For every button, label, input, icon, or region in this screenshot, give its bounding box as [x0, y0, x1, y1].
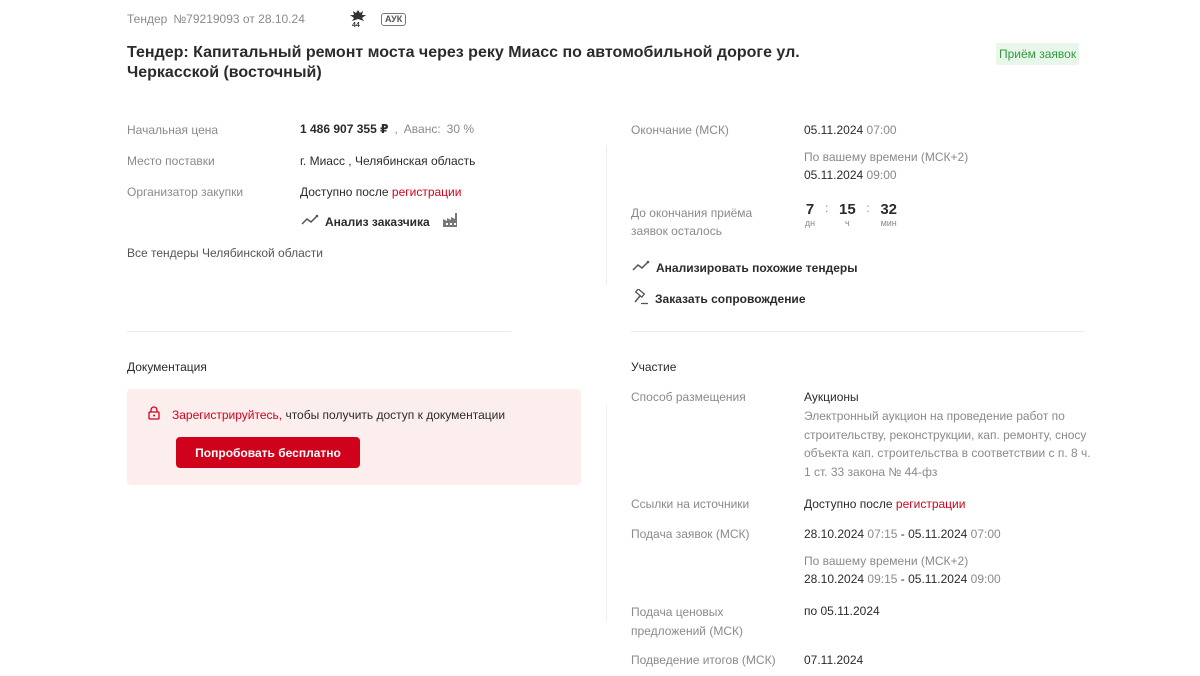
- docs-title: Документация: [127, 360, 207, 374]
- organizer-prefix: Доступно после: [300, 185, 389, 199]
- method-label: Способ размещения: [631, 390, 746, 404]
- submit-local-end-date: 05.11.2024: [908, 572, 968, 586]
- try-free-button[interactable]: Попробовать бесплатно: [176, 437, 360, 468]
- end-datetime: 05.11.2024 07:00: [804, 123, 897, 137]
- submit-local-start-date: 28.10.2024: [804, 572, 865, 586]
- timer-minutes: 32 мин: [878, 201, 900, 228]
- organizer-register-link[interactable]: регистрации: [392, 185, 462, 199]
- docs-register-link[interactable]: Зарегистрируйтесь,: [172, 408, 282, 422]
- organizer-label: Организатор закупки: [127, 185, 244, 199]
- submit-local-end-time: 09:00: [970, 572, 1001, 586]
- law-badge: 44: [352, 22, 360, 29]
- advance-value: 30 %: [446, 122, 475, 136]
- submit-end-date: 05.11.2024: [908, 527, 968, 541]
- page-title: Тендер: Капитальный ремонт моста через р…: [127, 44, 800, 81]
- price-row: 1 486 907 355 ₽ , Аванс: 30 %: [300, 122, 475, 136]
- submit-end-time: 07:00: [970, 527, 1001, 541]
- order-support-link[interactable]: Заказать сопровождение: [632, 287, 806, 308]
- submit-local-start-time: 09:15: [867, 572, 898, 586]
- end-date: 05.11.2024: [804, 123, 864, 137]
- place-label: Место поставки: [127, 154, 215, 168]
- docs-register-text: чтобы получить доступ к документации: [285, 407, 506, 422]
- local-datetime: 05.11.2024 09:00: [804, 168, 897, 182]
- timer-days-unit: дн: [804, 218, 816, 228]
- submit-start-time: 07:15: [867, 527, 898, 541]
- tender-meta: Тендер №79219093 от 28.10.24: [127, 12, 305, 26]
- method-value: Аукционы: [804, 390, 859, 404]
- sources-register-link[interactable]: регистрации: [896, 497, 966, 511]
- tender-number: №79219093 от 28.10.24: [173, 12, 305, 26]
- trend-icon: [632, 260, 650, 275]
- price-label: Начальная цена: [127, 123, 219, 137]
- local-date: 05.11.2024: [804, 168, 864, 182]
- price-offers-value: по 05.11.2024: [804, 604, 880, 618]
- end-time: 07:00: [866, 123, 897, 137]
- timer-separator: :: [866, 201, 870, 215]
- submit-local-label: По вашему времени (МСК+2): [804, 554, 969, 568]
- customer-analysis-link[interactable]: Анализ заказчика: [301, 212, 459, 231]
- sources-value: Доступно после регистрации: [804, 497, 965, 511]
- price-value: 1 486 907 355 ₽: [300, 122, 389, 136]
- divider-right: [631, 331, 1085, 332]
- law-emblem-icon: 44: [349, 9, 367, 31]
- factory-icon: [442, 212, 459, 231]
- docs-register-message: Зарегистрируйтесь, чтобы получить доступ…: [148, 406, 505, 423]
- divider-left: [127, 331, 511, 332]
- column-divider-top: [606, 145, 607, 285]
- timer-separator: :: [825, 201, 829, 215]
- order-support-label: Заказать сопровождение: [655, 291, 806, 306]
- timer-hours-value: 15: [839, 201, 856, 218]
- timer-minutes-unit: мин: [880, 218, 897, 228]
- analyze-similar-label: Анализировать похожие тендеры: [656, 260, 858, 275]
- local-time-label: По вашему времени (МСК+2): [804, 150, 969, 164]
- submit-label: Подача заявок (МСК): [631, 527, 750, 541]
- submit-period: 28.10.2024 07:15 - 05.11.2024 07:00: [804, 527, 1001, 541]
- analyze-similar-link[interactable]: Анализировать похожие тендеры: [632, 260, 857, 275]
- sources-label: Ссылки на источники: [631, 497, 750, 511]
- place-value: г. Миасс , Челябинская область: [300, 154, 476, 168]
- column-divider-bottom: [606, 405, 607, 620]
- price-offers-label: Подача ценовых предложений (МСК): [631, 605, 743, 638]
- advance-label: Аванс:: [403, 122, 441, 136]
- submit-local-period: 28.10.2024 09:15 - 05.11.2024 09:00: [804, 572, 1001, 586]
- submit-start-date: 28.10.2024: [804, 527, 865, 541]
- customer-analysis-label: Анализ заказчика: [325, 214, 430, 229]
- timer-minutes-value: 32: [880, 201, 898, 218]
- sources-prefix: Доступно после: [804, 497, 893, 511]
- end-label: Окончание (МСК): [631, 123, 729, 137]
- method-description: Электронный аукцион на проведение работ …: [804, 409, 1091, 479]
- tender-label: Тендер: [127, 12, 168, 26]
- timer-hours-unit: ч: [844, 218, 850, 228]
- participation-title: Участие: [631, 360, 677, 374]
- timer-days: 7 дн: [803, 201, 817, 228]
- timer-hours: 15 ч: [836, 201, 858, 228]
- results-label: Подведение итогов (МСК): [631, 653, 776, 667]
- results-value: 07.11.2024: [804, 653, 864, 667]
- lock-icon: [148, 406, 160, 423]
- remaining-label: До окончания приёма заявок осталось: [631, 206, 753, 238]
- countdown-timer: 7 дн : 15 ч : 32 мин: [803, 201, 900, 228]
- status-badge: Приём заявок: [996, 43, 1080, 65]
- all-region-tenders-link[interactable]: Все тендеры Челябинской области: [127, 246, 323, 260]
- organizer-value: Доступно после регистрации: [300, 185, 461, 199]
- timer-days-value: 7: [805, 201, 815, 218]
- auction-type-badge: АУК: [381, 13, 407, 26]
- trend-icon: [301, 214, 319, 229]
- gavel-icon: [632, 287, 649, 308]
- local-time: 09:00: [866, 168, 897, 182]
